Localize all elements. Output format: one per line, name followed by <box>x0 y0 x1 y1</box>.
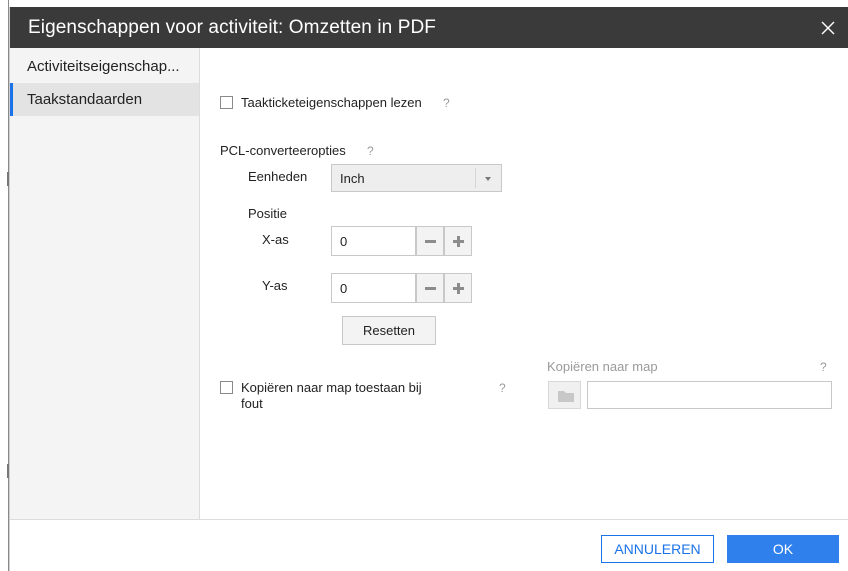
pcl-heading: PCL-converteeropties <box>220 143 346 158</box>
x-axis-increment-button[interactable] <box>444 226 472 256</box>
copy-on-error-label-wrap: fout <box>241 396 263 411</box>
units-select[interactable]: Inch <box>331 164 502 192</box>
sidebar-item-label: Taakstandaarden <box>27 91 143 108</box>
copy-folder-input[interactable] <box>587 381 832 409</box>
x-axis-label: X-as <box>262 232 289 247</box>
units-select-value: Inch <box>340 171 365 186</box>
sidebar-item-label: Activiteitseigenschap... <box>27 58 180 75</box>
main-panel: Taakticketeigenschappen lezen ? PCL-conv… <box>200 48 848 519</box>
x-axis-value: 0 <box>340 234 348 249</box>
copy-on-error-label: Kopiëren naar map toestaan bij <box>241 380 422 395</box>
browse-folder-button[interactable] <box>548 381 581 409</box>
y-axis-increment-button[interactable] <box>444 273 472 303</box>
y-axis-decrement-button[interactable] <box>416 273 444 303</box>
dialog-title: Eigenschappen voor activiteit: Omzetten … <box>28 17 437 38</box>
copy-folder-help-icon[interactable]: ? <box>820 360 827 374</box>
folder-icon <box>558 391 574 402</box>
read-ticket-label: Taakticketeigenschappen lezen <box>241 95 422 110</box>
sidebar-item-activity-properties[interactable]: Activiteitseigenschap... <box>10 50 199 83</box>
x-axis-input[interactable]: 0 <box>331 226 416 256</box>
read-ticket-help-icon[interactable]: ? <box>443 96 450 110</box>
reset-button[interactable]: Resetten <box>342 316 436 345</box>
close-button[interactable] <box>813 13 843 43</box>
y-axis-label: Y-as <box>262 278 288 293</box>
minus-icon <box>425 287 436 290</box>
y-axis-value: 0 <box>340 281 348 296</box>
copy-folder-label: Kopiëren naar map <box>547 359 658 374</box>
units-label: Eenheden <box>248 169 308 184</box>
plus-icon-stem <box>457 236 460 247</box>
copy-on-error-help-icon[interactable]: ? <box>499 381 506 395</box>
plus-icon-stem <box>457 283 460 294</box>
read-ticket-checkbox[interactable] <box>220 96 233 109</box>
copy-on-error-checkbox[interactable] <box>220 381 233 394</box>
activity-properties-dialog: Eigenschappen voor activiteit: Omzetten … <box>9 7 848 571</box>
dialog-titlebar: Eigenschappen voor activiteit: Omzetten … <box>10 7 848 48</box>
position-label: Positie <box>248 206 288 221</box>
footer-divider <box>10 519 848 520</box>
sidebar: Activiteitseigenschap... Taakstandaarden <box>10 48 200 519</box>
close-icon <box>821 21 835 35</box>
cancel-button[interactable]: ANNULEREN <box>601 535 714 563</box>
sidebar-item-job-defaults[interactable]: Taakstandaarden <box>10 83 199 116</box>
ok-button[interactable]: OK <box>727 535 839 563</box>
x-axis-decrement-button[interactable] <box>416 226 444 256</box>
y-axis-input[interactable]: 0 <box>331 273 416 303</box>
chevron-down-icon <box>485 177 491 181</box>
pcl-help-icon[interactable]: ? <box>367 144 374 158</box>
minus-icon <box>425 240 436 243</box>
select-divider <box>475 168 476 188</box>
